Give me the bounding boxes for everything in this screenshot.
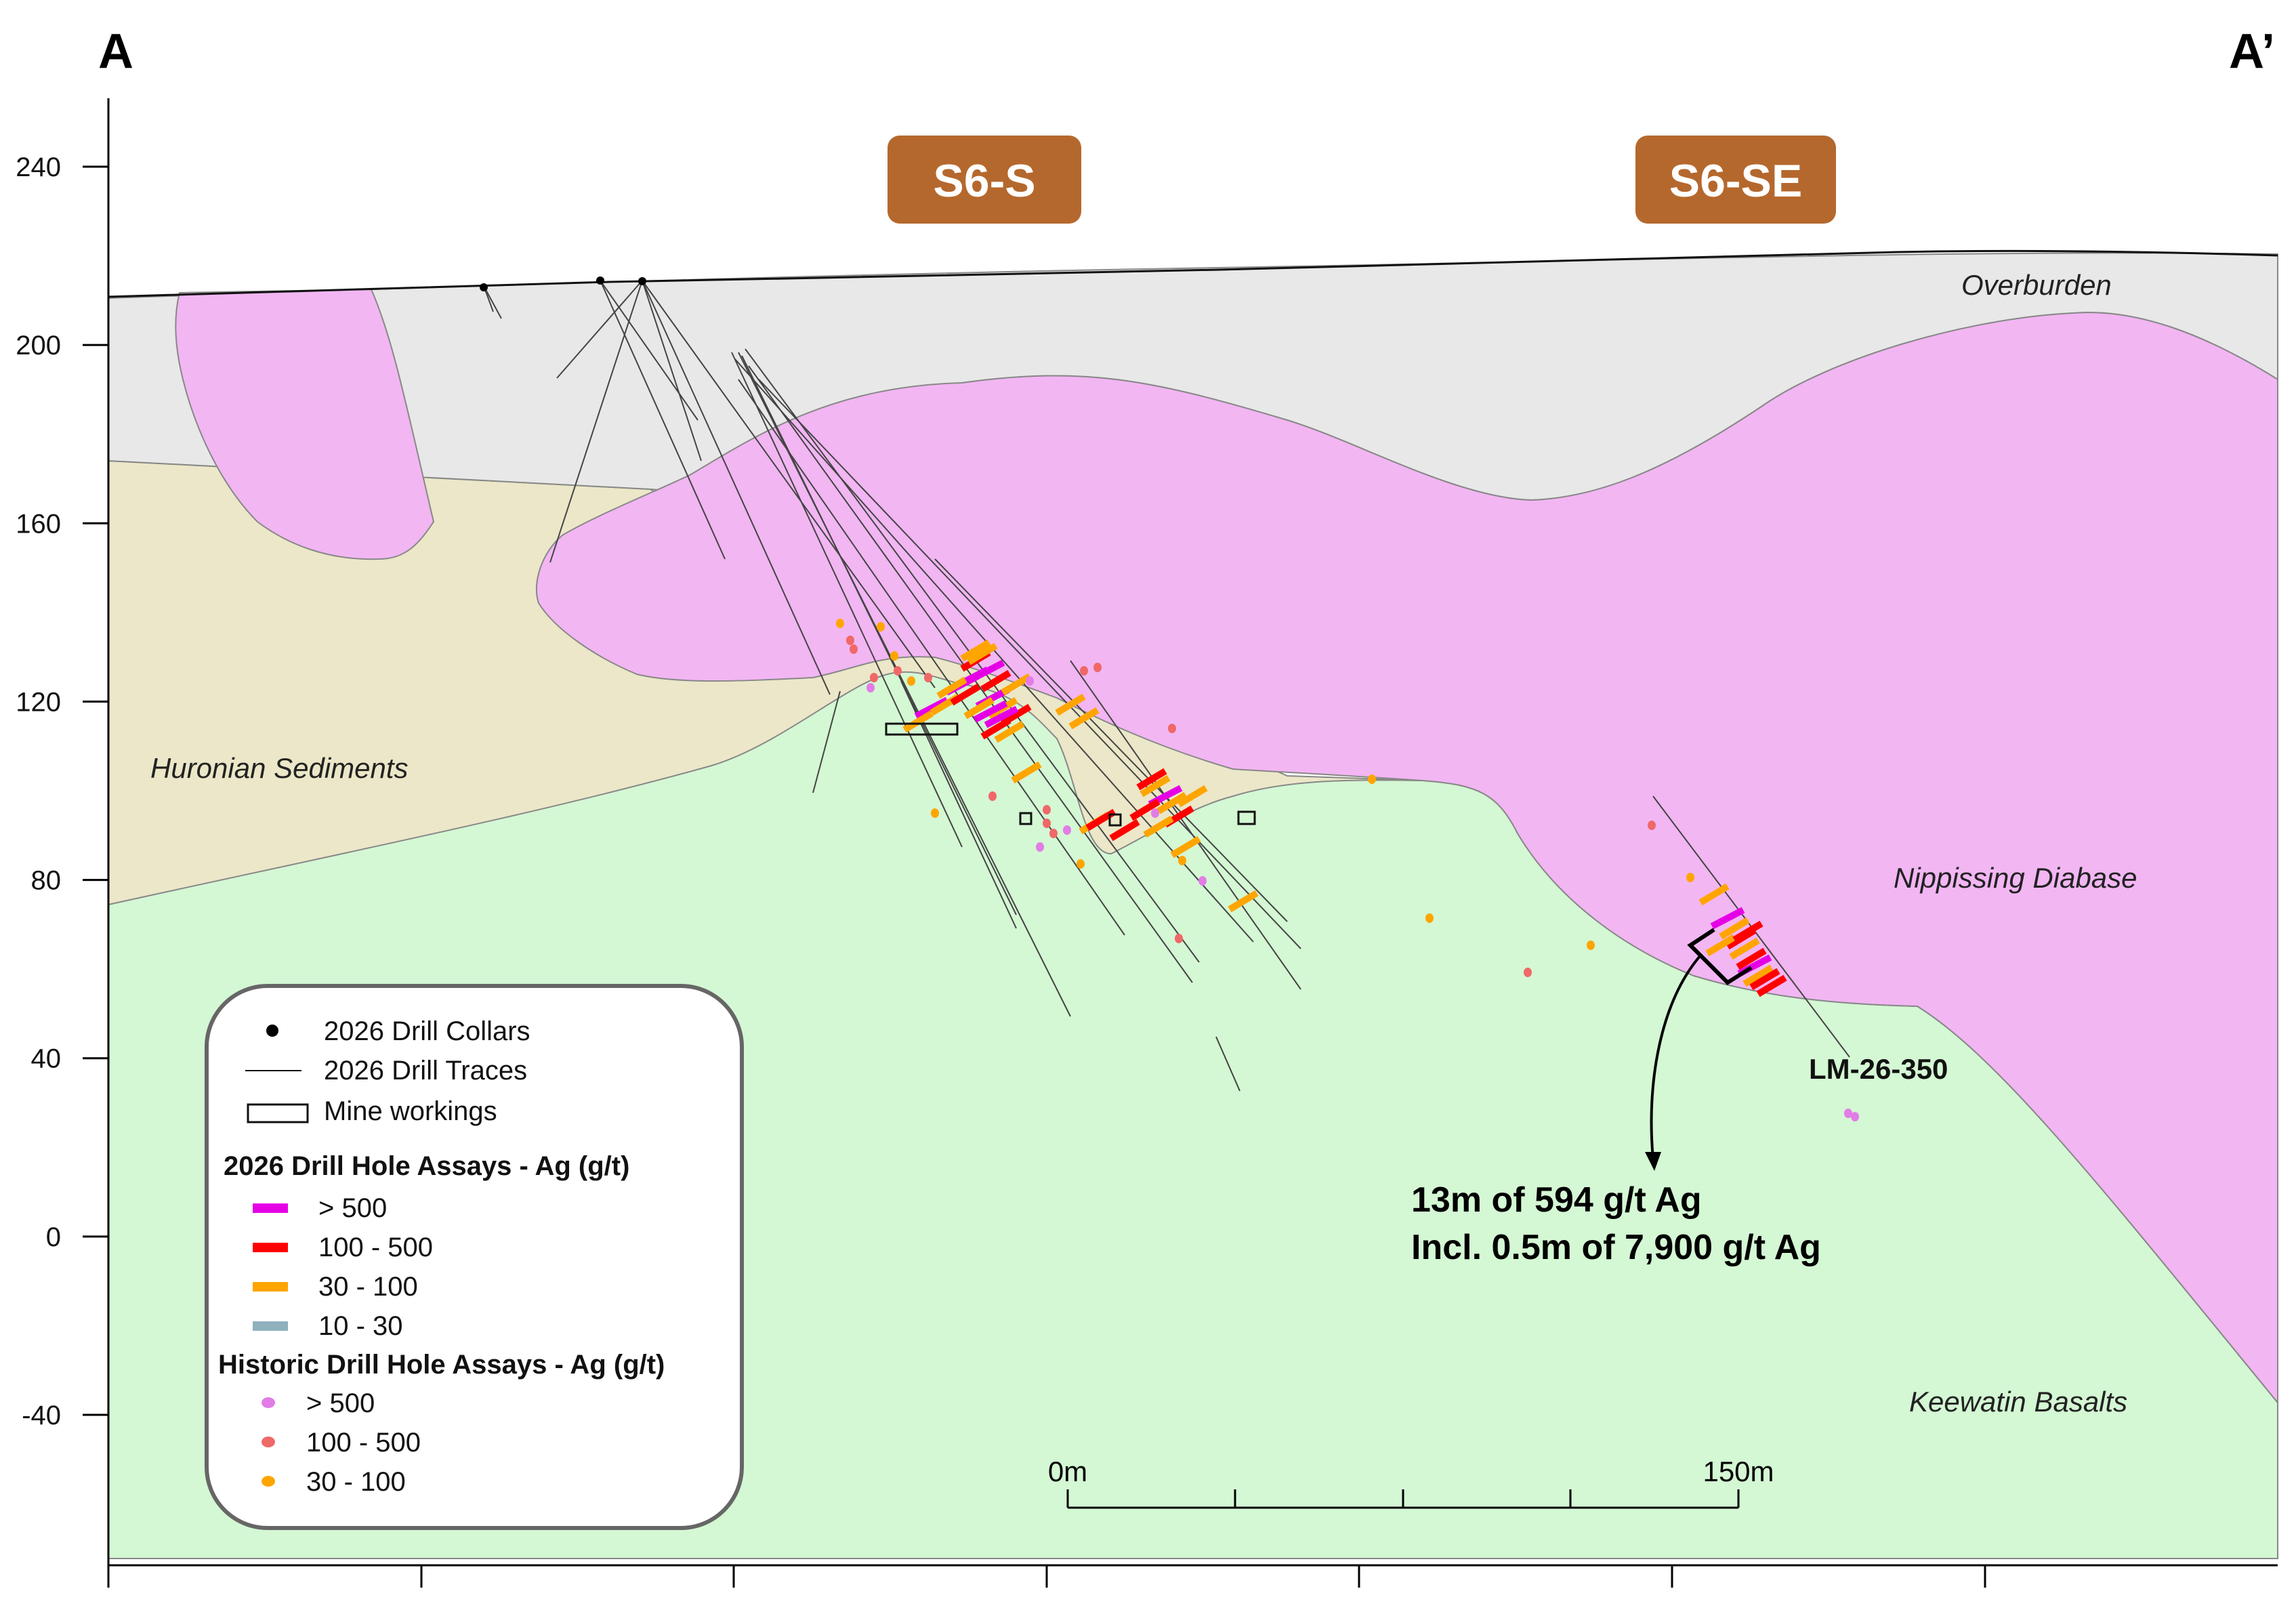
- legend-workings-label: Mine workings: [324, 1096, 497, 1126]
- x-axis: [107, 1564, 2278, 1588]
- legend-hist-swatch: [262, 1476, 275, 1487]
- historic-assay-point: [924, 673, 932, 682]
- historic-assay-point: [1080, 666, 1088, 676]
- historic-assay-point: [1043, 805, 1051, 814]
- scale-start-label: 0m: [1048, 1456, 1087, 1487]
- drill-collar: [638, 277, 646, 285]
- historic-assay-point: [931, 808, 939, 818]
- legend-2026-label: 30 - 100: [318, 1272, 418, 1302]
- y-tick-label: 120: [16, 687, 61, 717]
- legend-2026-swatch: [253, 1243, 288, 1252]
- historic-assay-point: [1851, 1112, 1859, 1121]
- legend-traces-label: 2026 Drill Traces: [324, 1056, 527, 1086]
- historic-assay-point: [1648, 821, 1656, 830]
- legend-hist-label: 30 - 100: [306, 1467, 406, 1497]
- legend: 2026 Drill Collars 2026 Drill Traces Min…: [205, 984, 744, 1530]
- callout-line1: 13m of 594 g/t Ag: [1411, 1180, 1702, 1220]
- historic-assay-point: [1587, 941, 1595, 950]
- historic-assay-point: [1043, 819, 1051, 828]
- historic-assay-point: [1063, 825, 1071, 835]
- historic-assay-point: [1368, 775, 1376, 784]
- historic-assay-point: [1175, 934, 1183, 943]
- zone-badge-label: S6-SE: [1669, 155, 1803, 207]
- cross-section: 240 200 160 120 80 40 0 -40 A A’ S6-S S6-SE Ove…: [0, 0, 2296, 1607]
- zone-badge-s6-s: S6-S: [888, 136, 1081, 224]
- historic-assay-point: [870, 673, 878, 682]
- historic-assay-point: [836, 619, 844, 628]
- legend-2026-label: 100 - 500: [318, 1233, 433, 1262]
- y-tick-label: 200: [16, 331, 61, 360]
- historic-assay-point: [1151, 808, 1159, 818]
- callout-line2: Incl. 0.5m of 7,900 g/t Ag: [1411, 1228, 1821, 1267]
- historic-assay-point: [1077, 859, 1085, 869]
- label-overburden: Overburden: [1961, 269, 2112, 301]
- legend-hist-label: 100 - 500: [306, 1428, 421, 1458]
- historic-assay-point: [1686, 873, 1694, 882]
- cross-section-svg: 240 200 160 120 80 40 0 -40 A A’ S6-S S6-SE Ove…: [16, 24, 2278, 1588]
- y-tick-label: 240: [16, 152, 61, 182]
- legend-2026-swatch: [253, 1282, 288, 1292]
- historic-assay-point: [867, 683, 875, 693]
- historic-assay-point: [846, 636, 854, 645]
- legend-2026-swatch: [253, 1203, 288, 1213]
- scale-end-label: 150m: [1703, 1456, 1774, 1487]
- drill-collar: [596, 276, 604, 285]
- legend-2026-label: > 500: [318, 1193, 387, 1223]
- y-tick-label: 0: [46, 1222, 61, 1252]
- historic-assay-point: [1198, 876, 1207, 886]
- historic-assay-point: [1524, 968, 1532, 977]
- historic-assay-point: [988, 791, 997, 801]
- y-axis-ticks: 240 200 160 120 80 40 0 -40: [16, 152, 108, 1430]
- historic-assay-point: [890, 651, 898, 661]
- historic-assay-point: [907, 676, 915, 686]
- historic-assay-point: [1036, 842, 1044, 852]
- drill-collar: [480, 283, 488, 291]
- legend-2026-label: 10 - 30: [318, 1311, 403, 1341]
- zone-badge-s6-se: S6-SE: [1635, 136, 1836, 224]
- section-label-right: A’: [2229, 24, 2275, 79]
- historic-assay-point: [1178, 856, 1186, 865]
- historic-assay-point: [850, 644, 858, 654]
- historic-assay-point: [877, 622, 885, 632]
- label-huronian: Huronian Sediments: [150, 752, 409, 784]
- historic-assay-point: [1026, 676, 1034, 686]
- section-label-left: A: [98, 24, 133, 79]
- label-basalts: Keewatin Basalts: [1909, 1386, 2127, 1418]
- historic-assay-point: [894, 666, 902, 676]
- legend-hist-swatch: [262, 1397, 275, 1408]
- historic-assay-point: [1168, 724, 1176, 733]
- legend-hist-title: Historic Drill Hole Assays - Ag (g/t): [218, 1350, 665, 1380]
- legend-2026-swatch: [253, 1321, 288, 1331]
- y-tick-label: 160: [16, 509, 61, 539]
- label-diabase: Nippissing Diabase: [1894, 862, 2137, 894]
- zone-badge-label: S6-S: [933, 155, 1035, 207]
- drill-hole-label: LM-26-350: [1809, 1053, 1948, 1085]
- legend-collar-symbol: [266, 1025, 278, 1037]
- legend-collars-label: 2026 Drill Collars: [324, 1016, 530, 1046]
- historic-assay-point: [1049, 829, 1058, 838]
- legend-hist-swatch: [262, 1437, 275, 1447]
- y-tick-label: -40: [22, 1401, 61, 1430]
- y-tick-label: 80: [31, 866, 62, 896]
- legend-2026-title: 2026 Drill Hole Assays - Ag (g/t): [224, 1151, 629, 1181]
- historic-assay-point: [1093, 663, 1102, 672]
- historic-assay-point: [1425, 913, 1434, 923]
- legend-hist-label: > 500: [306, 1388, 375, 1418]
- y-tick-label: 40: [31, 1044, 62, 1074]
